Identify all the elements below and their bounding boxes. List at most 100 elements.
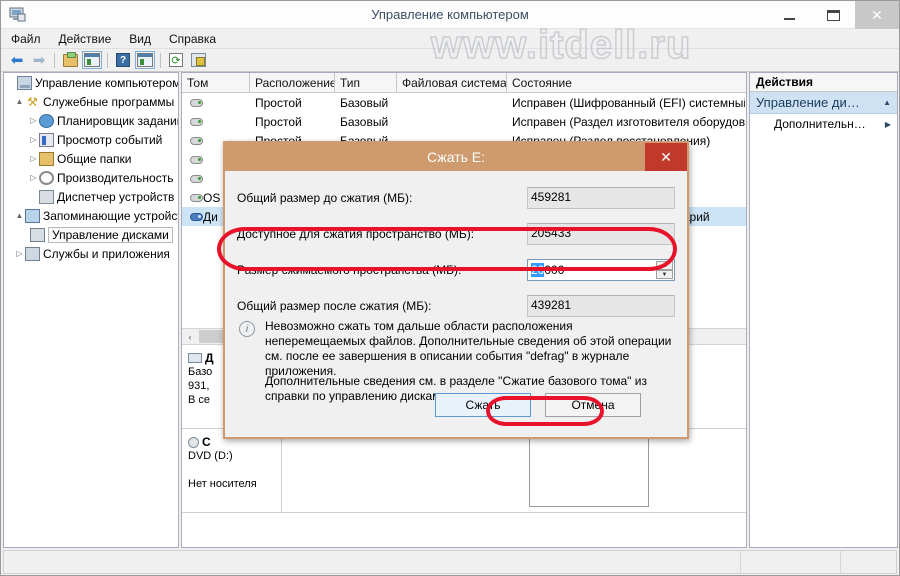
tree-root-item[interactable]: Управление компьютером ( (4, 73, 178, 92)
cdrom-icon (188, 436, 199, 448)
shrink-volume-dialog: Сжать E: ✕ Общий размер до сжатия (МБ): … (223, 141, 689, 439)
table-row[interactable]: Простой Базовый Исправен (Шифрованный (E… (182, 93, 746, 112)
disk-line: DVD (D:) (188, 450, 233, 462)
tree-expander[interactable]: ▷ (28, 116, 39, 125)
tree-expander[interactable]: ▷ (28, 173, 39, 182)
show-action-pane-icon[interactable] (135, 51, 155, 70)
computer-icon (17, 75, 32, 90)
info-icon: i (239, 321, 255, 337)
sidebar-item-label: Просмотр событий (57, 132, 163, 147)
table-row[interactable]: Простой Базовый Исправен (Раздел изготов… (182, 112, 746, 131)
window-titlebar: Управление компьютером ✕ (1, 1, 899, 29)
chevron-right-icon[interactable]: ▶ (885, 120, 891, 129)
minimize-button[interactable] (767, 1, 811, 29)
column-header-layout[interactable]: Расположение (250, 73, 335, 92)
sidebar-item-task-scheduler[interactable]: ▷ Планировщик заданий (4, 111, 178, 130)
sidebar-item-label: Службы и приложения (43, 246, 170, 261)
partition-block[interactable] (529, 434, 649, 507)
dialog-titlebar: Сжать E: ✕ (225, 143, 687, 171)
disk-management-icon (30, 227, 45, 242)
cell-status: Исправен (Шифрованный (EFI) системный р (512, 95, 745, 110)
field-label: Общий размер после сжатия (МБ): (237, 299, 432, 313)
menu-action[interactable]: Действие (59, 32, 112, 46)
status-bar (3, 550, 897, 574)
stepper-up-icon[interactable]: ▲ (656, 261, 673, 270)
tree-expander[interactable]: ▲ (14, 97, 25, 106)
services-icon (25, 246, 40, 261)
help-icon[interactable]: ? (113, 51, 133, 70)
window-controls: ✕ (767, 1, 899, 29)
refresh-icon[interactable]: ⟳ (166, 51, 186, 70)
cell-type: Базовый (340, 114, 389, 129)
tree-expander[interactable]: ▷ (14, 249, 25, 258)
dialog-info-text-1: Невозможно сжать том дальше области расп… (265, 319, 672, 378)
tree-root-label: Управление компьютером ( (35, 75, 178, 90)
field-total-size-before: Общий размер до сжатия (МБ): 459281 (237, 185, 675, 211)
field-label: Доступное для сжатия пространство (МБ): (237, 227, 475, 241)
shrink-amount-rest-text: 000 (544, 263, 565, 277)
show-hide-tree-icon[interactable] (82, 51, 102, 70)
volume-icon (190, 174, 203, 183)
menu-file[interactable]: Файл (11, 32, 41, 46)
rescan-disks-icon[interactable] (188, 51, 208, 70)
shrink-button[interactable]: Сжать (435, 393, 531, 417)
column-header-filesystem[interactable]: Файловая система (397, 73, 507, 92)
actions-group-disk-management[interactable]: Управление ди… ▲ (750, 92, 897, 114)
sidebar-item-storage[interactable]: ▲ Запоминающие устройств (4, 206, 178, 225)
shrink-amount-selected-text: 20 (531, 263, 545, 277)
cancel-button[interactable]: Отмена (545, 393, 641, 417)
status-bar-main (4, 551, 741, 573)
sidebar-item-device-manager[interactable]: Диспетчер устройств (4, 187, 178, 206)
maximize-button[interactable] (811, 1, 855, 29)
column-header-status[interactable]: Состояние (507, 73, 745, 92)
storage-icon (25, 208, 40, 223)
toolbar-separator (51, 51, 58, 70)
sidebar-item-performance[interactable]: ▷ Производительность (4, 168, 178, 187)
sidebar-item-event-viewer[interactable]: ▷ Просмотр событий (4, 130, 178, 149)
cell-layout: Простой (255, 114, 302, 129)
dialog-close-button[interactable]: ✕ (645, 143, 687, 171)
status-bar-segment (841, 551, 896, 573)
volume-icon (190, 136, 203, 145)
field-value: 459281 (527, 187, 675, 209)
quantity-stepper[interactable]: ▲ ▼ (656, 261, 673, 279)
tree-expander[interactable]: ▷ (28, 135, 39, 144)
forward-icon[interactable]: ➡ (29, 51, 49, 70)
sidebar-item-system-tools[interactable]: ▲ ⚒ Служебные программы (4, 92, 178, 111)
close-button[interactable]: ✕ (855, 1, 899, 29)
shared-folders-icon (39, 151, 54, 166)
disk-icon (188, 353, 202, 363)
sidebar-item-services-and-applications[interactable]: ▷ Службы и приложения (4, 244, 178, 263)
shrink-amount-input[interactable]: 20000 ▲ ▼ (527, 259, 675, 281)
column-header-volume[interactable]: Том (182, 73, 250, 92)
sidebar-item-shared-folders[interactable]: ▷ Общие папки (4, 149, 178, 168)
dialog-buttons: Сжать Отмена (225, 393, 687, 423)
actions-header: Действия (750, 73, 897, 92)
field-value: 439281 (527, 295, 675, 317)
cell-type: Базовый (340, 95, 389, 110)
disk-row[interactable]: С DVD (D:) Нет носителя (182, 429, 746, 513)
menu-help[interactable]: Справка (169, 32, 216, 46)
scroll-left-arrow[interactable]: ‹ (182, 329, 198, 344)
chevron-up-icon[interactable]: ▲ (883, 98, 891, 107)
tree-expander[interactable]: ▷ (28, 154, 39, 163)
up-folder-icon[interactable] (60, 51, 80, 70)
sidebar-item-disk-management[interactable]: Управление дисками (4, 225, 178, 244)
menu-view[interactable]: Вид (129, 32, 151, 46)
dialog-body: Общий размер до сжатия (МБ): 459281 Дост… (225, 171, 687, 437)
volume-icon (190, 155, 203, 164)
tree-expander[interactable]: ▲ (14, 211, 25, 220)
console-tree-pane: Управление компьютером ( ▲ ⚒ Служебные п… (3, 72, 179, 548)
cell-layout: Простой (255, 95, 302, 110)
sidebar-item-label: Диспетчер устройств (57, 189, 175, 204)
column-header-type[interactable]: Тип (335, 73, 397, 92)
back-icon[interactable]: ⬅ (7, 51, 27, 70)
toolbar: ⬅ ➡ ? ⟳ (1, 49, 899, 72)
sidebar-item-label: Служебные программы (43, 94, 175, 109)
window-title: Управление компьютером (371, 7, 529, 22)
field-total-size-after: Общий размер после сжатия (МБ): 439281 (237, 293, 675, 319)
stepper-down-icon[interactable]: ▼ (656, 270, 673, 279)
field-available-shrink-space: Доступное для сжатия пространство (МБ): … (237, 221, 675, 247)
toolbar-separator (157, 51, 164, 70)
actions-item-more[interactable]: Дополнительн… ▶ (750, 114, 897, 134)
